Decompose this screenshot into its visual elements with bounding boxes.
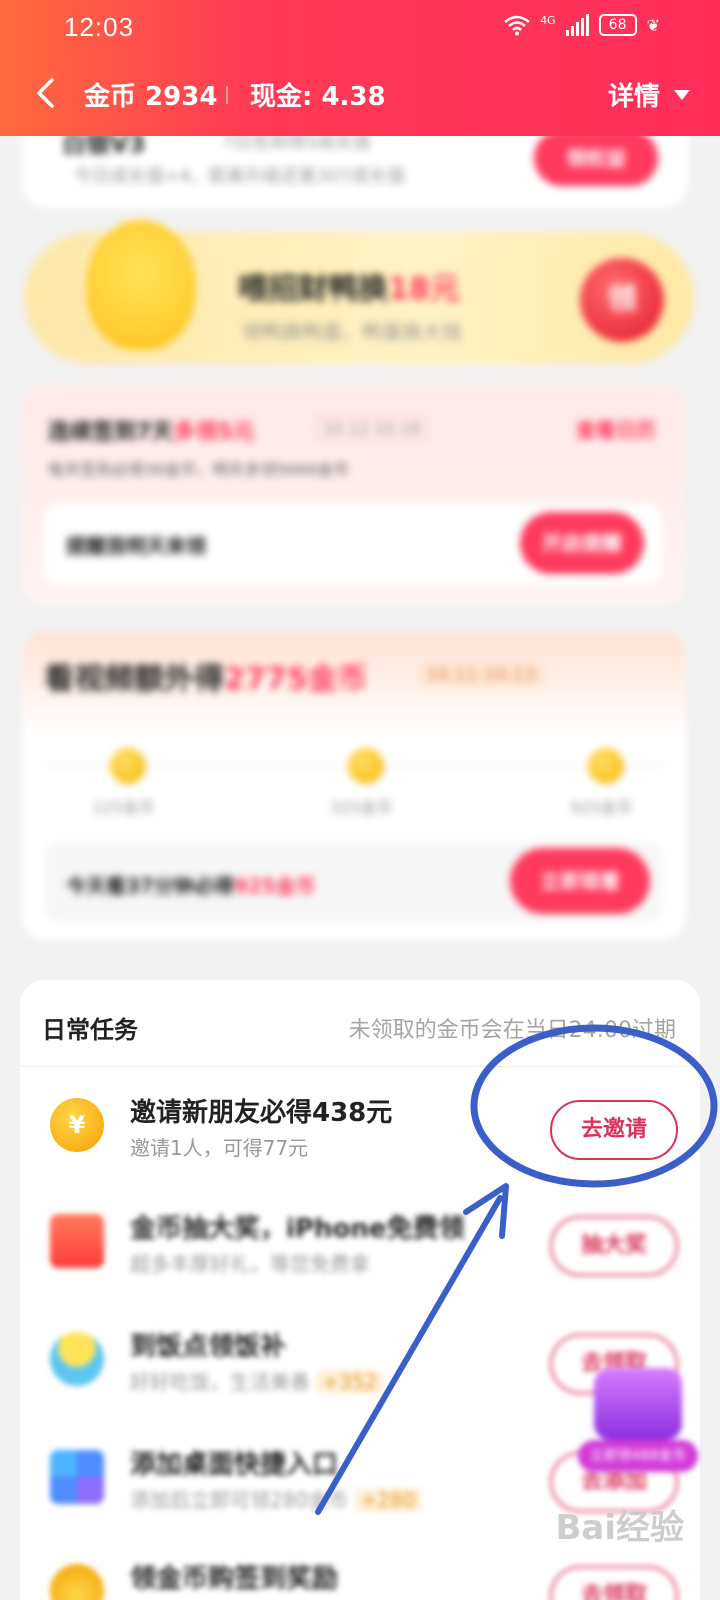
video-dates: 10.11-10.13 xyxy=(418,662,544,687)
task-row-invite: ¥ 邀请新朋友必得438元 邀请1人，可得77元 去邀请 xyxy=(20,1068,700,1188)
banner-title: 喂招财鸭换18元 xyxy=(238,272,460,307)
watch-now-button[interactable]: 立即观看 xyxy=(510,848,650,914)
detail-label: 详情 xyxy=(607,82,660,112)
app-header: 12:03 4G 68 ❦ 金币 2934 现金: 4.38 详情 xyxy=(0,0,720,136)
back-arrow-icon[interactable] xyxy=(30,76,64,110)
signal-icon xyxy=(565,14,589,36)
leaf-icon: ❦ xyxy=(646,15,660,35)
chest-label: 立即领488金币 xyxy=(578,1440,698,1472)
reminder-text: 提醒我明天来领 xyxy=(66,534,206,558)
reward-badge: +352 xyxy=(316,1370,384,1394)
checkin-title: 连续签到7天多领5元 xyxy=(48,420,255,445)
cash-balance: 现金: 4.38 xyxy=(250,82,386,112)
task-title: 添加桌面快捷入口 xyxy=(130,1450,339,1480)
banner-sub: 领鸭换鸭蛋，鸭蛋换大钱 xyxy=(242,320,462,344)
vip-sub: 今日成长值+4，距离升级还差307成长值 xyxy=(74,166,405,187)
invite-button[interactable]: 去邀请 xyxy=(550,1100,678,1160)
checkin-card: 连续签到7天多领5元 10.12-10.18 查看日历 每天签到必得36金币，明… xyxy=(22,384,686,606)
duck-banner[interactable]: 喂招财鸭换18元 领鸭换鸭蛋，鸭蛋换大钱 领 xyxy=(24,220,694,364)
task-subtitle: 好好吃饭，生活美善 +352 xyxy=(130,1366,384,1395)
video-card: 看视频额外得2775金币 10.11-10.13 125金币 325金币 925… xyxy=(22,632,686,940)
battery-icon: 68 xyxy=(598,14,637,36)
gift-icon xyxy=(50,1214,104,1268)
milestone-label: 325金币 xyxy=(330,798,393,817)
reminder-box: 提醒我明天来领 开启提醒 xyxy=(44,504,662,584)
task-subtitle: 添加后立即可领280金币 +280 xyxy=(130,1484,422,1513)
rice-bowl-icon xyxy=(50,1332,104,1386)
milestone-coin-icon xyxy=(110,748,146,784)
task-title: 到饭点领饭补 xyxy=(130,1332,287,1362)
reward-badge: +280 xyxy=(354,1488,422,1512)
baidu-watermark: Bai经验 xyxy=(555,1508,684,1548)
task-title: 邀请新朋友必得438元 xyxy=(130,1098,393,1128)
task-title: 领金币购签到奖励 xyxy=(130,1564,339,1594)
video-info-box: 今天看37分钟必得925金币 立即观看 xyxy=(44,842,662,922)
wifi-icon xyxy=(504,15,530,36)
milestone-coin-icon xyxy=(588,748,624,784)
nav-bar: 金币 2934 现金: 4.38 详情 xyxy=(0,62,720,124)
treasure-chest-icon xyxy=(594,1368,682,1440)
treasure-chest-float[interactable]: 立即领488金币 xyxy=(578,1360,698,1480)
daily-tasks-title: 日常任务 xyxy=(42,1016,138,1044)
task-subtitle: 邀请1人，可得77元 xyxy=(130,1136,309,1160)
claim-bonus-button[interactable]: 去领取 xyxy=(550,1566,678,1600)
enable-reminder-button[interactable]: 开启提醒 xyxy=(520,512,644,574)
claim-benefits-button[interactable]: 领权益 xyxy=(534,130,658,186)
status-bar: 12:03 4G 68 ❦ xyxy=(0,0,720,52)
yuan-coin-icon: ¥ xyxy=(50,1098,104,1152)
lottery-button[interactable]: 抽大奖 xyxy=(550,1216,678,1276)
clock: 12:03 xyxy=(64,12,135,42)
milestone-label: 125金币 xyxy=(92,798,155,817)
network-type: 4G xyxy=(540,13,556,27)
checkin-dates: 10.12-10.18 xyxy=(316,418,428,439)
divider xyxy=(20,1066,700,1067)
video-title: 看视频额外得2775金币 xyxy=(44,662,368,697)
status-icons: 4G 68 ❦ xyxy=(504,14,660,36)
task-subtitle: 超多丰厚好礼，等您免费拿 xyxy=(130,1252,370,1276)
coin-balance: 金币 2934 xyxy=(84,82,218,112)
detail-dropdown[interactable]: 详情 xyxy=(608,76,690,113)
expiry-note: 未领取的金币会在当日24:00过期 xyxy=(348,1018,676,1043)
blurred-content: 白银V3 7日签到得5成长值 今日成长值+4，距离升级还差307成长值 领权益 … xyxy=(0,0,720,980)
milestone-coin-icon xyxy=(348,748,384,784)
divider xyxy=(226,86,228,104)
task-title: 金币抽大奖，iPhone免费领 xyxy=(130,1214,465,1244)
app-grid-icon xyxy=(50,1450,104,1504)
money-bag-icon xyxy=(50,1564,104,1600)
calendar-link[interactable]: 查看日历 xyxy=(576,414,656,443)
task-row-lottery: 金币抽大奖，iPhone免费领 超多丰厚好礼，等您免费拿 抽大奖 xyxy=(20,1184,700,1304)
claim-button[interactable]: 领 xyxy=(580,258,664,342)
milestone-label: 925金币 xyxy=(570,798,633,817)
dropdown-triangle-icon xyxy=(674,89,690,100)
checkin-sub: 每天签到必得36金币，明天多领5666金币 xyxy=(48,460,350,479)
duck-mascot-icon xyxy=(86,220,196,350)
video-info: 今天看37分钟必得925金币 xyxy=(66,874,316,898)
